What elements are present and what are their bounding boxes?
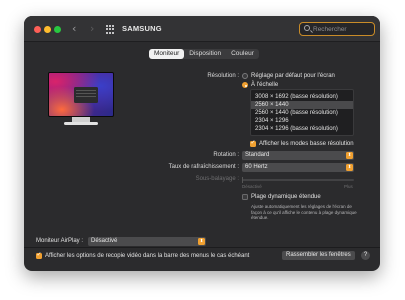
list-item-selected[interactable]: 2560 × 1440 — [251, 101, 353, 109]
refresh-rate-label: Taux de rafraîchissement : — [168, 164, 239, 170]
mirroring-checkbox[interactable] — [36, 251, 42, 259]
refresh-rate-value: 60 Hertz — [245, 164, 268, 170]
radio-scaled-resolution[interactable] — [242, 82, 248, 88]
resolution-list[interactable]: 3008 × 1692 (basse résolution) 2560 × 14… — [250, 89, 354, 136]
tab-color[interactable]: Couleur — [226, 49, 259, 59]
gather-windows-button[interactable]: Rassembler les fenêtres — [282, 251, 355, 260]
monitor-base — [64, 122, 98, 125]
forward-arrow-icon[interactable]: › — [90, 22, 94, 35]
hdr-description: Ajuste automatiquement les réglages de l… — [251, 204, 357, 220]
chevron-updown-icon: ⬍ — [346, 164, 353, 171]
hdr-label: Plage dynamique étendue — [251, 194, 321, 200]
show-low-res-label: Afficher les modes basse résolution — [259, 141, 354, 147]
window-title: SAMSUNG — [122, 24, 162, 33]
search-input[interactable] — [313, 24, 371, 34]
monitor-illustration — [48, 72, 114, 126]
show-all-grid-icon[interactable] — [106, 25, 115, 34]
zoom-button[interactable] — [54, 26, 61, 33]
back-arrow-icon[interactable]: ‹ — [72, 22, 76, 35]
help-button[interactable]: ? — [361, 251, 370, 260]
tab-bar: Moniteur Disposition Couleur — [149, 49, 259, 59]
underscan-slider[interactable] — [242, 177, 354, 183]
radio-default-resolution-label: Réglage par défaut pour l'écran — [251, 73, 335, 79]
airplay-label: Moniteur AirPlay : — [36, 238, 84, 244]
list-item[interactable]: 3008 × 1692 (basse résolution) — [251, 93, 353, 101]
resolution-label: Résolution : — [207, 73, 239, 79]
rotation-select[interactable]: Standard ⬍ — [242, 151, 354, 160]
search-field[interactable] — [299, 22, 375, 36]
close-button[interactable] — [34, 26, 41, 33]
chevron-updown-icon: ⬍ — [198, 238, 205, 245]
list-item[interactable]: 2304 × 1296 (basse résolution) — [251, 125, 353, 133]
tab-monitor[interactable]: Moniteur — [149, 49, 185, 59]
underscan-max-label: Plus — [344, 184, 353, 189]
radio-default-resolution[interactable] — [242, 73, 248, 79]
hdr-checkbox[interactable] — [242, 194, 248, 200]
tab-arrangement[interactable]: Disposition — [184, 49, 226, 59]
mini-window-preview — [74, 87, 98, 103]
airplay-select[interactable]: Désactivé ⬍ — [88, 237, 206, 246]
slider-tick — [242, 177, 243, 183]
monitor-screen — [48, 72, 114, 117]
minimize-button[interactable] — [44, 26, 51, 33]
radio-scaled-resolution-label: À l'échelle — [251, 82, 279, 88]
title-bar: ‹ › SAMSUNG — [24, 16, 380, 42]
search-icon — [304, 25, 310, 31]
underscan-min-label: Désactivé — [242, 184, 262, 189]
airplay-value: Désactivé — [91, 238, 118, 244]
show-low-res-checkbox[interactable] — [250, 139, 256, 147]
list-item[interactable]: 2304 × 1296 — [251, 117, 353, 125]
list-item[interactable]: 2560 × 1440 (basse résolution) — [251, 109, 353, 117]
refresh-rate-select[interactable]: 60 Hertz ⬍ — [242, 163, 354, 172]
rotation-label: Rotation : — [213, 152, 239, 158]
display-preferences-window: ‹ › SAMSUNG Moniteur Disposition Couleur… — [24, 16, 380, 271]
divider — [24, 247, 380, 248]
underscan-label: Sous-balayage : — [195, 176, 239, 182]
mirroring-label: Afficher les options de recopie vidéo da… — [45, 253, 250, 259]
chevron-updown-icon: ⬍ — [346, 152, 353, 159]
rotation-value: Standard — [245, 152, 270, 158]
